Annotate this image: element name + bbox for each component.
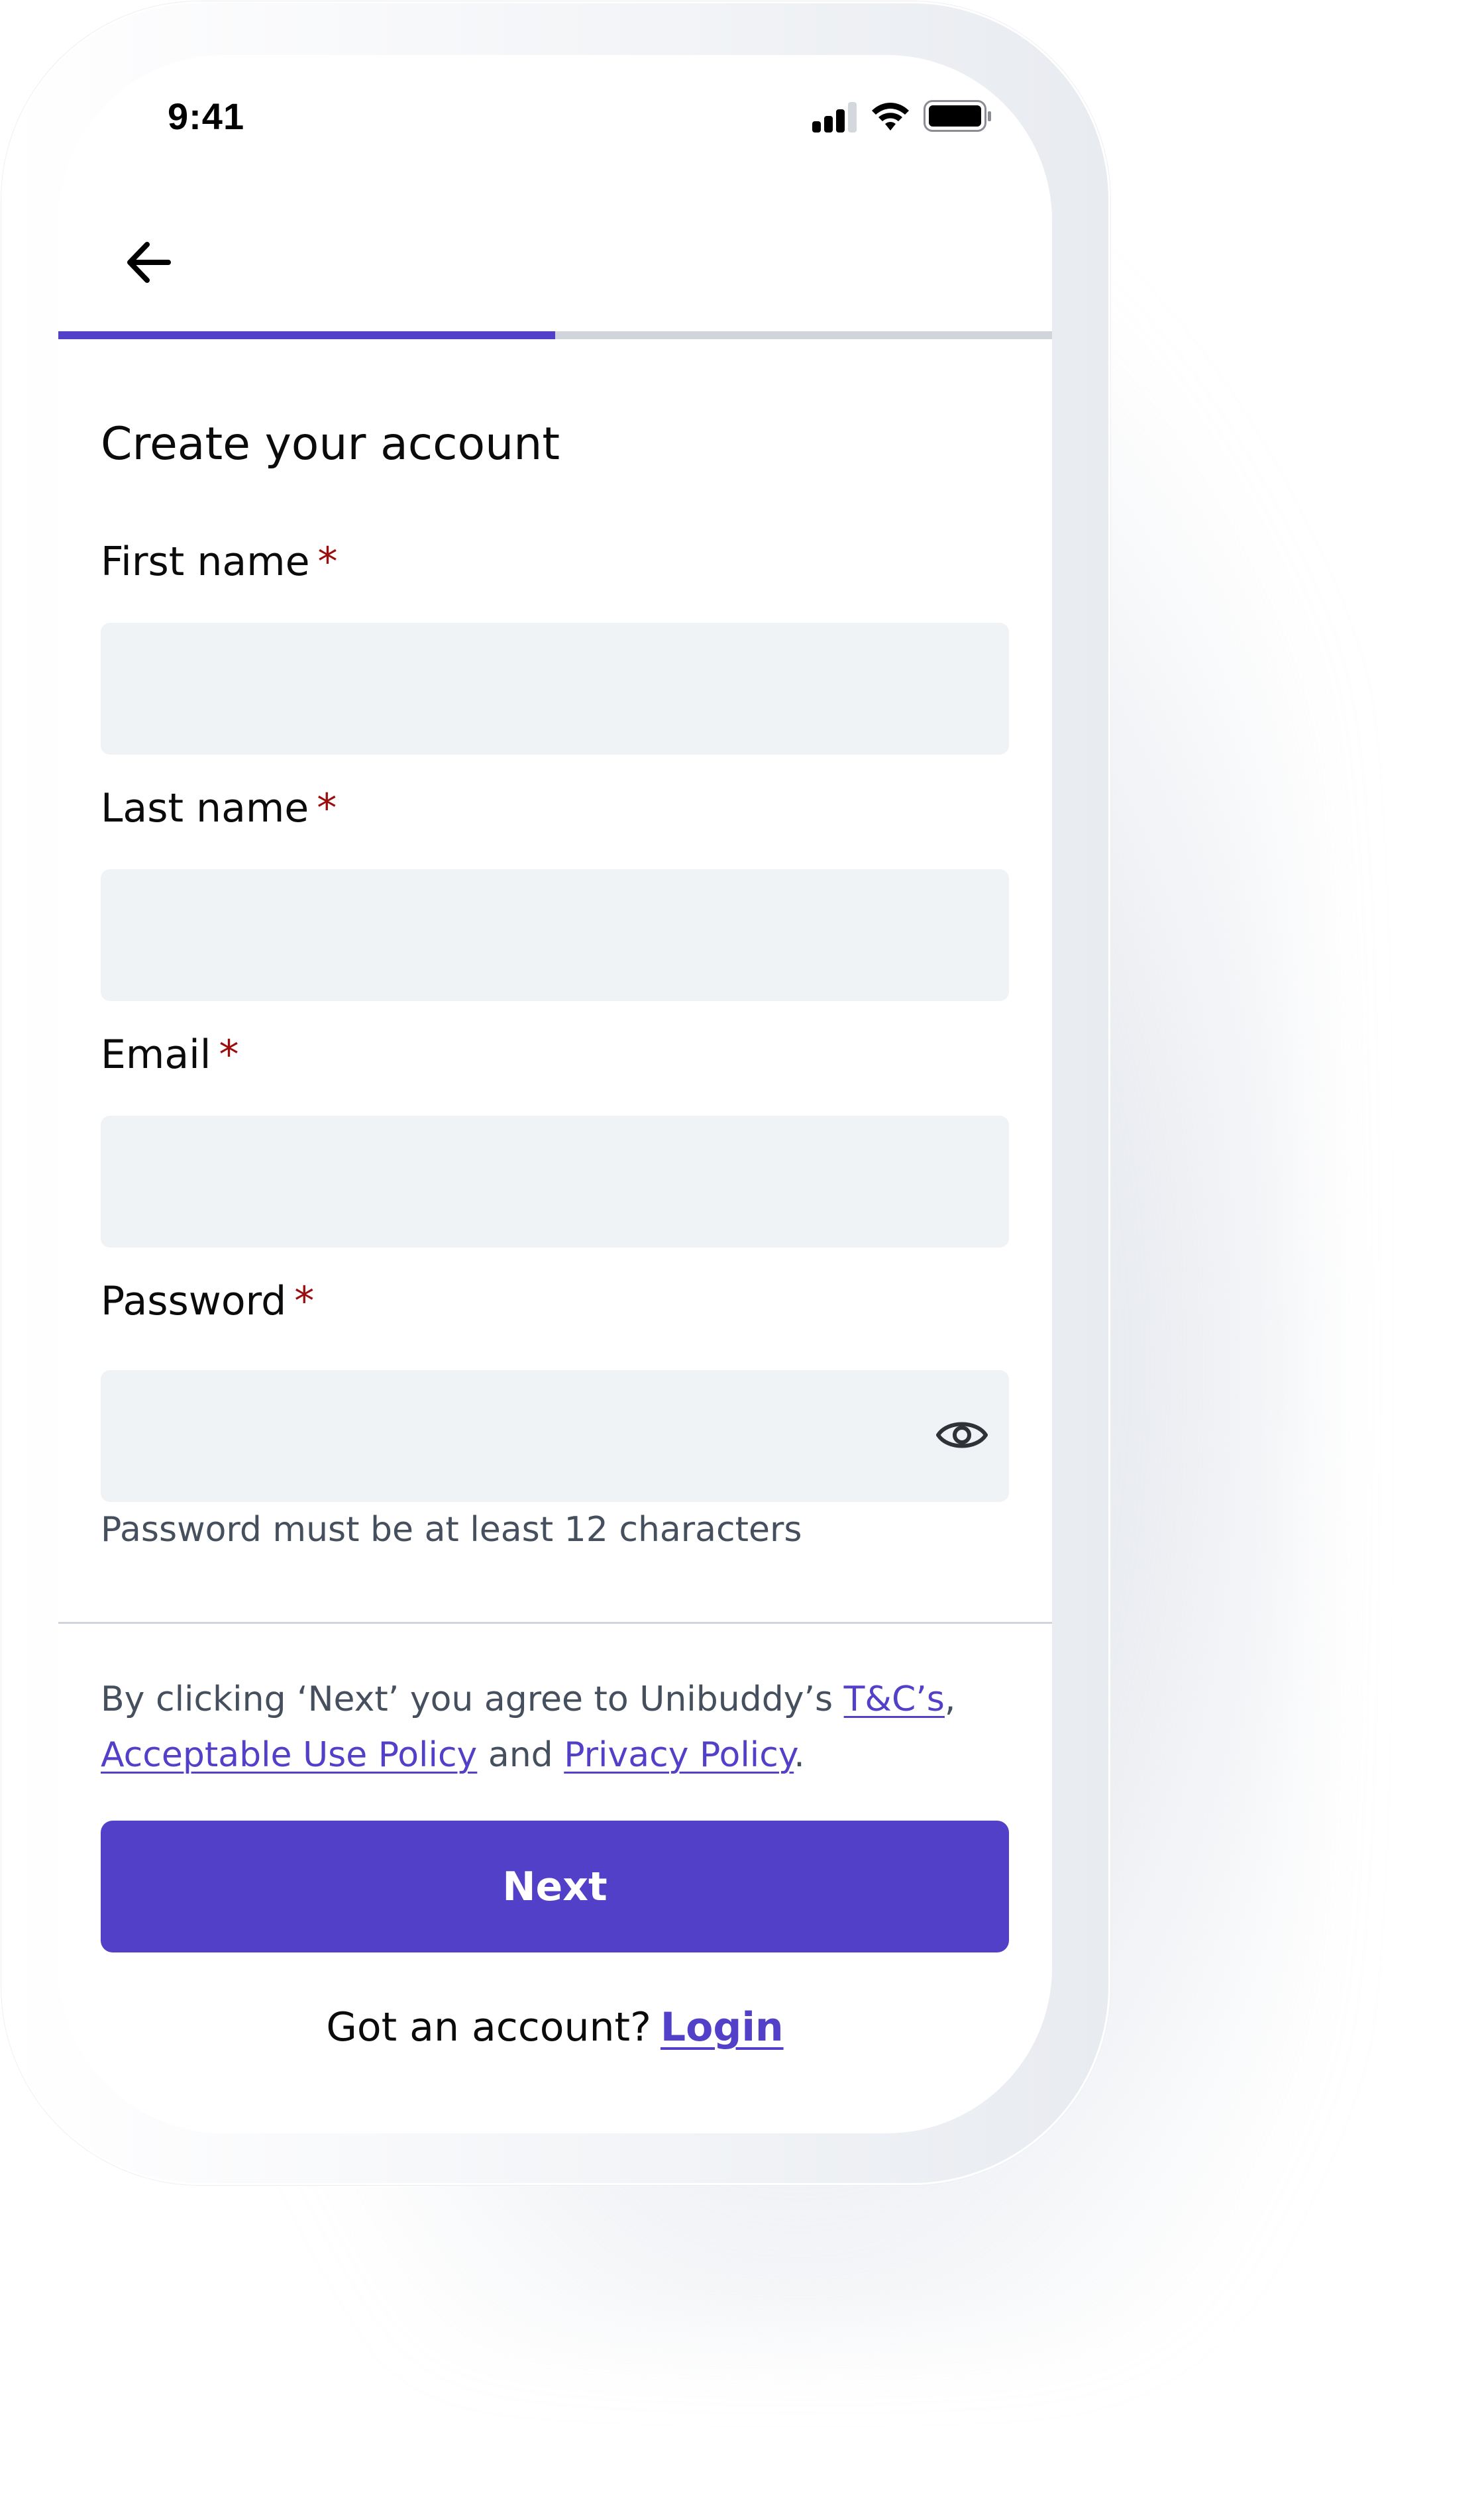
phone-screen: 9:41 Create your account First name * La… — [58, 55, 1052, 2133]
privacy-policy-link[interactable]: Privacy Policy — [564, 1735, 794, 1775]
login-prompt-row: Got an account? Login — [101, 2004, 1009, 2051]
email-label: Email * — [101, 1032, 238, 1078]
last-name-label: Last name * — [101, 785, 337, 831]
status-icons — [812, 100, 991, 133]
terms-prefix: By clicking ‘Next’ you agree to Unibuddy… — [101, 1680, 844, 1719]
terms-period: . — [794, 1735, 805, 1775]
battery-icon — [924, 100, 991, 132]
required-marker: * — [294, 1278, 315, 1324]
signup-progress-bar — [58, 331, 1052, 339]
mockup-stage: 9:41 Create your account First name * La… — [0, 0, 1484, 2507]
login-link[interactable]: Login — [661, 2004, 784, 2051]
page-title: Create your account — [101, 418, 560, 470]
email-label-text: Email — [101, 1032, 211, 1078]
required-marker: * — [219, 1032, 239, 1078]
status-icons-svg — [812, 100, 991, 133]
acceptable-use-policy-link[interactable]: Acceptable Use Policy — [101, 1735, 477, 1775]
required-marker: * — [317, 785, 337, 831]
first-name-label: First name * — [101, 539, 338, 585]
arrow-left-icon — [127, 242, 171, 283]
password-helper-text: Password must be at least 12 characters — [101, 1510, 802, 1550]
terms-and: and — [477, 1735, 564, 1775]
terms-comma: , — [944, 1680, 956, 1719]
cellular-signal-icon — [812, 102, 857, 133]
wifi-icon — [872, 103, 909, 131]
section-divider — [58, 1622, 1052, 1624]
password-label-text: Password — [101, 1278, 287, 1324]
login-prompt-text: Got an account? — [326, 2004, 651, 2051]
email-input[interactable] — [101, 1116, 1009, 1248]
progress-fill — [58, 331, 555, 339]
terms-and-conditions-link[interactable]: T&C’s — [844, 1680, 945, 1719]
password-label: Password * — [101, 1278, 314, 1324]
required-marker: * — [317, 539, 338, 585]
next-button[interactable]: Next — [101, 1821, 1009, 1952]
back-button[interactable] — [111, 226, 184, 299]
show-password-toggle[interactable] — [929, 1402, 995, 1468]
last-name-input[interactable] — [101, 869, 1009, 1001]
last-name-label-text: Last name — [101, 785, 309, 831]
first-name-input[interactable] — [101, 623, 1009, 755]
terms-notice: By clicking ‘Next’ you agree to Unibuddy… — [101, 1672, 1041, 1783]
status-time: 9:41 — [168, 95, 245, 137]
first-name-label-text: First name — [101, 539, 310, 585]
password-input[interactable] — [101, 1370, 1009, 1502]
eye-icon — [936, 1422, 988, 1448]
